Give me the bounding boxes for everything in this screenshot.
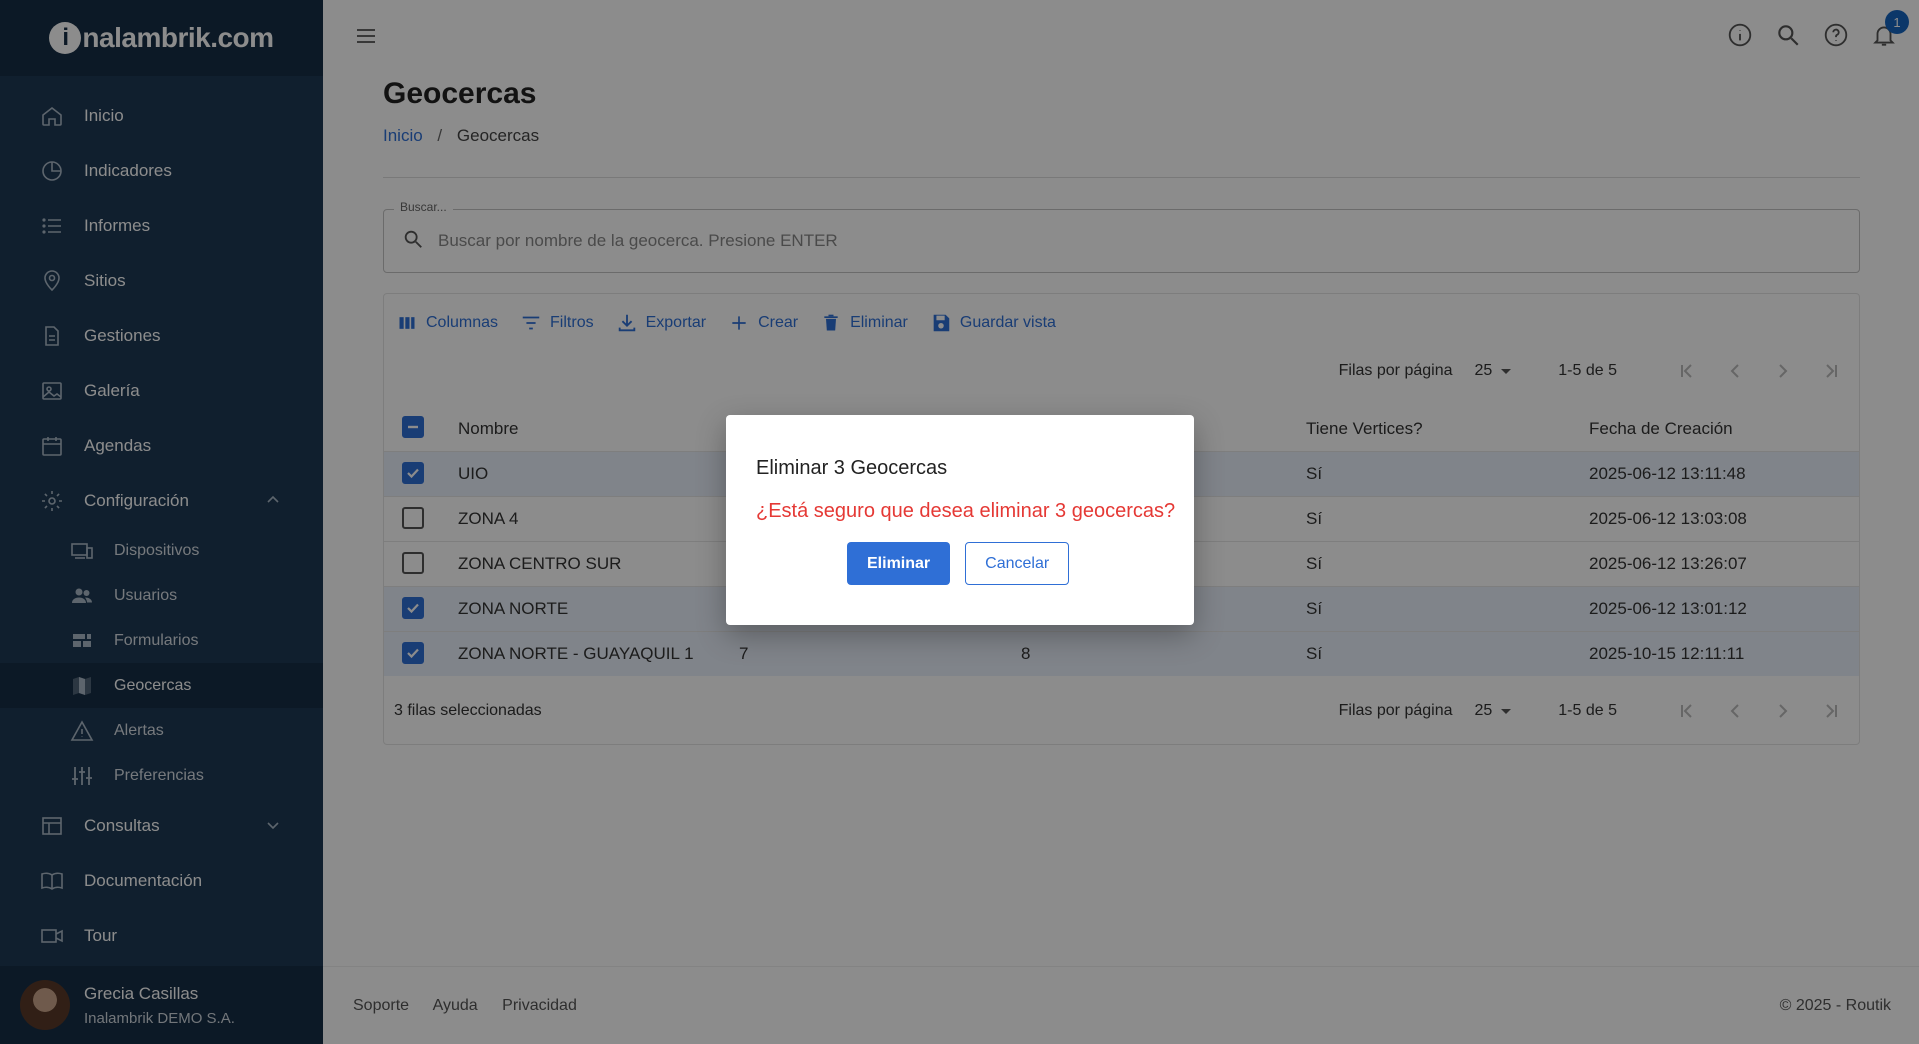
dialog-title: Eliminar 3 Geocercas: [756, 457, 948, 479]
cancel-button[interactable]: Cancelar: [965, 542, 1070, 585]
delete-confirm-dialog: Eliminar 3 Geocercas ¿Está seguro que de…: [726, 415, 1194, 625]
confirm-delete-button[interactable]: Eliminar: [847, 542, 951, 585]
dialog-message: ¿Está seguro que desea eliminar 3 geocer…: [756, 500, 1176, 522]
dialog-actions: Eliminar Cancelar: [847, 542, 1070, 585]
